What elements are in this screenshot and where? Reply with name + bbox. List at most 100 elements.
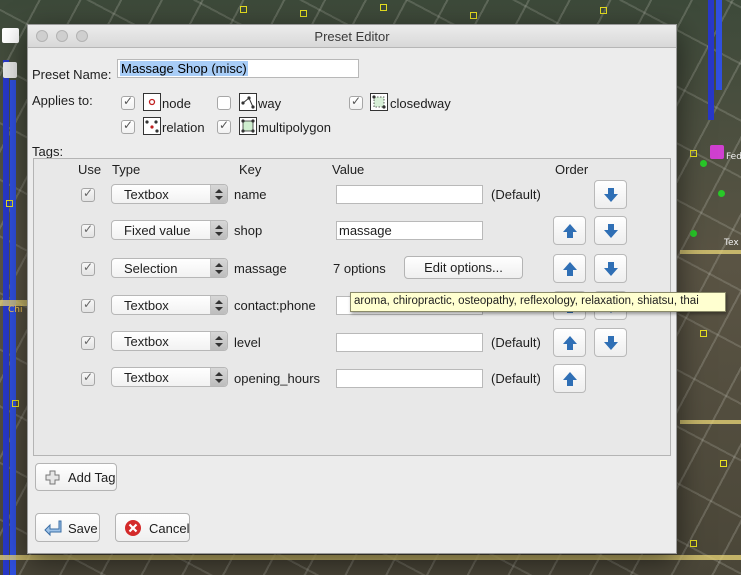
map-shop-icon	[710, 145, 724, 159]
relation-label: relation	[162, 120, 205, 135]
window-title: Preset Editor	[314, 29, 390, 44]
preset-name-label: Preset Name:	[32, 67, 112, 82]
tag-value-input[interactable]	[336, 369, 483, 388]
way-label: way	[258, 96, 282, 111]
type-select[interactable]: Selection	[111, 258, 228, 278]
transit-line	[716, 0, 722, 90]
map-poi-marker	[690, 150, 697, 157]
type-select[interactable]: Fixed value	[111, 220, 228, 240]
road	[0, 555, 741, 560]
use-checkbox[interactable]	[81, 334, 95, 350]
transit-line	[3, 60, 9, 575]
tag-value-input[interactable]	[336, 185, 483, 204]
map-label: Chi	[8, 305, 23, 315]
multipolygon-label: multipolygon	[258, 120, 331, 135]
tags-label: Tags:	[32, 144, 64, 159]
map-poi-marker	[690, 540, 697, 547]
map-poi-marker	[12, 400, 19, 407]
use-checkbox[interactable]	[81, 222, 95, 238]
node-checkbox[interactable]	[121, 94, 135, 110]
move-down-button[interactable]	[594, 254, 627, 283]
cancel-icon	[125, 520, 141, 536]
tag-key: name	[234, 187, 267, 202]
use-checkbox[interactable]	[81, 186, 95, 202]
arrow-down-icon	[604, 224, 618, 238]
use-checkbox[interactable]	[81, 260, 95, 276]
map-poi-marker	[600, 7, 607, 14]
transit-line	[708, 0, 714, 120]
map-poi-marker	[6, 200, 13, 207]
use-checkbox[interactable]	[81, 297, 95, 313]
tag-key: shop	[234, 223, 263, 238]
move-up-button[interactable]	[553, 364, 586, 393]
type-select[interactable]: Textbox	[111, 295, 228, 315]
type-select[interactable]: Textbox	[111, 331, 228, 351]
edit-options-button[interactable]: Edit options...	[404, 256, 523, 279]
key-header: Key	[239, 162, 262, 177]
road	[680, 420, 741, 424]
type-header: Type	[112, 162, 141, 177]
cancel-button[interactable]: Cancel	[115, 513, 190, 542]
arrow-up-icon	[563, 262, 577, 276]
save-button[interactable]: Save	[35, 513, 100, 542]
map-green-marker	[700, 160, 707, 167]
tag-value-input[interactable]: massage	[336, 221, 483, 240]
multipolygon-checkbox[interactable]	[217, 118, 231, 134]
tag-value-input[interactable]	[336, 333, 483, 352]
arrow-down-icon	[604, 262, 618, 276]
move-down-button[interactable]	[594, 180, 627, 209]
arrow-up-icon	[563, 224, 577, 238]
tag-key: contact:phone	[234, 298, 316, 313]
move-up-button[interactable]	[553, 254, 586, 283]
options-tooltip: aroma, chiropractic, osteopathy, reflexo…	[350, 292, 726, 312]
type-select[interactable]: Textbox	[111, 367, 228, 387]
preset-editor-dialog: Preset Editor Preset Name: Massage Shop …	[27, 24, 677, 554]
way-checkbox[interactable]	[217, 96, 231, 110]
chevron-updown-icon	[210, 332, 227, 350]
chevron-updown-icon	[210, 368, 227, 386]
move-down-button[interactable]	[594, 328, 627, 357]
arrow-down-icon	[604, 336, 618, 350]
chevron-updown-icon	[210, 221, 227, 239]
map-poi-marker	[720, 460, 727, 467]
map-green-marker	[718, 190, 725, 197]
map-poi-marker	[700, 330, 707, 337]
node-icon	[143, 93, 161, 111]
map-bus-icon	[3, 62, 17, 78]
closedway-icon	[370, 93, 388, 111]
map-green-marker	[690, 230, 697, 237]
preset-name-input[interactable]: Massage Shop (misc)	[117, 59, 359, 78]
map-poi-marker	[470, 12, 477, 19]
options-count: 7 options	[333, 261, 386, 276]
add-tag-button[interactable]: Add Tag	[35, 463, 117, 491]
tag-key: opening_hours	[234, 371, 321, 386]
arrow-up-icon	[563, 336, 577, 350]
type-select[interactable]: Textbox	[111, 184, 228, 204]
move-up-button[interactable]	[553, 328, 586, 357]
default-label: (Default)	[491, 371, 541, 386]
transit-line	[10, 80, 16, 575]
map-label: Tex	[724, 238, 739, 248]
map-poi-marker	[300, 10, 307, 17]
closedway-checkbox[interactable]	[349, 94, 363, 110]
applies-to-label: Applies to:	[32, 93, 93, 108]
tag-key: level	[234, 335, 261, 350]
plus-icon	[45, 470, 60, 485]
chevron-updown-icon	[210, 296, 227, 314]
arrow-up-icon	[563, 372, 577, 386]
title-bar[interactable]: Preset Editor	[28, 25, 676, 48]
order-header: Order	[555, 162, 589, 177]
preset-name-value: Massage Shop (misc)	[120, 61, 248, 76]
road	[680, 250, 741, 254]
return-arrow-icon	[44, 520, 62, 537]
chevron-updown-icon	[210, 259, 227, 277]
use-checkbox[interactable]	[81, 370, 95, 386]
relation-checkbox[interactable]	[121, 118, 135, 134]
closedway-label: closedway	[390, 96, 451, 111]
default-label: (Default)	[491, 335, 541, 350]
value-header: Value	[332, 162, 365, 177]
move-down-button[interactable]	[594, 216, 627, 245]
move-up-button[interactable]	[553, 216, 586, 245]
map-poi-marker	[240, 6, 247, 13]
map-poi-marker	[380, 4, 387, 11]
